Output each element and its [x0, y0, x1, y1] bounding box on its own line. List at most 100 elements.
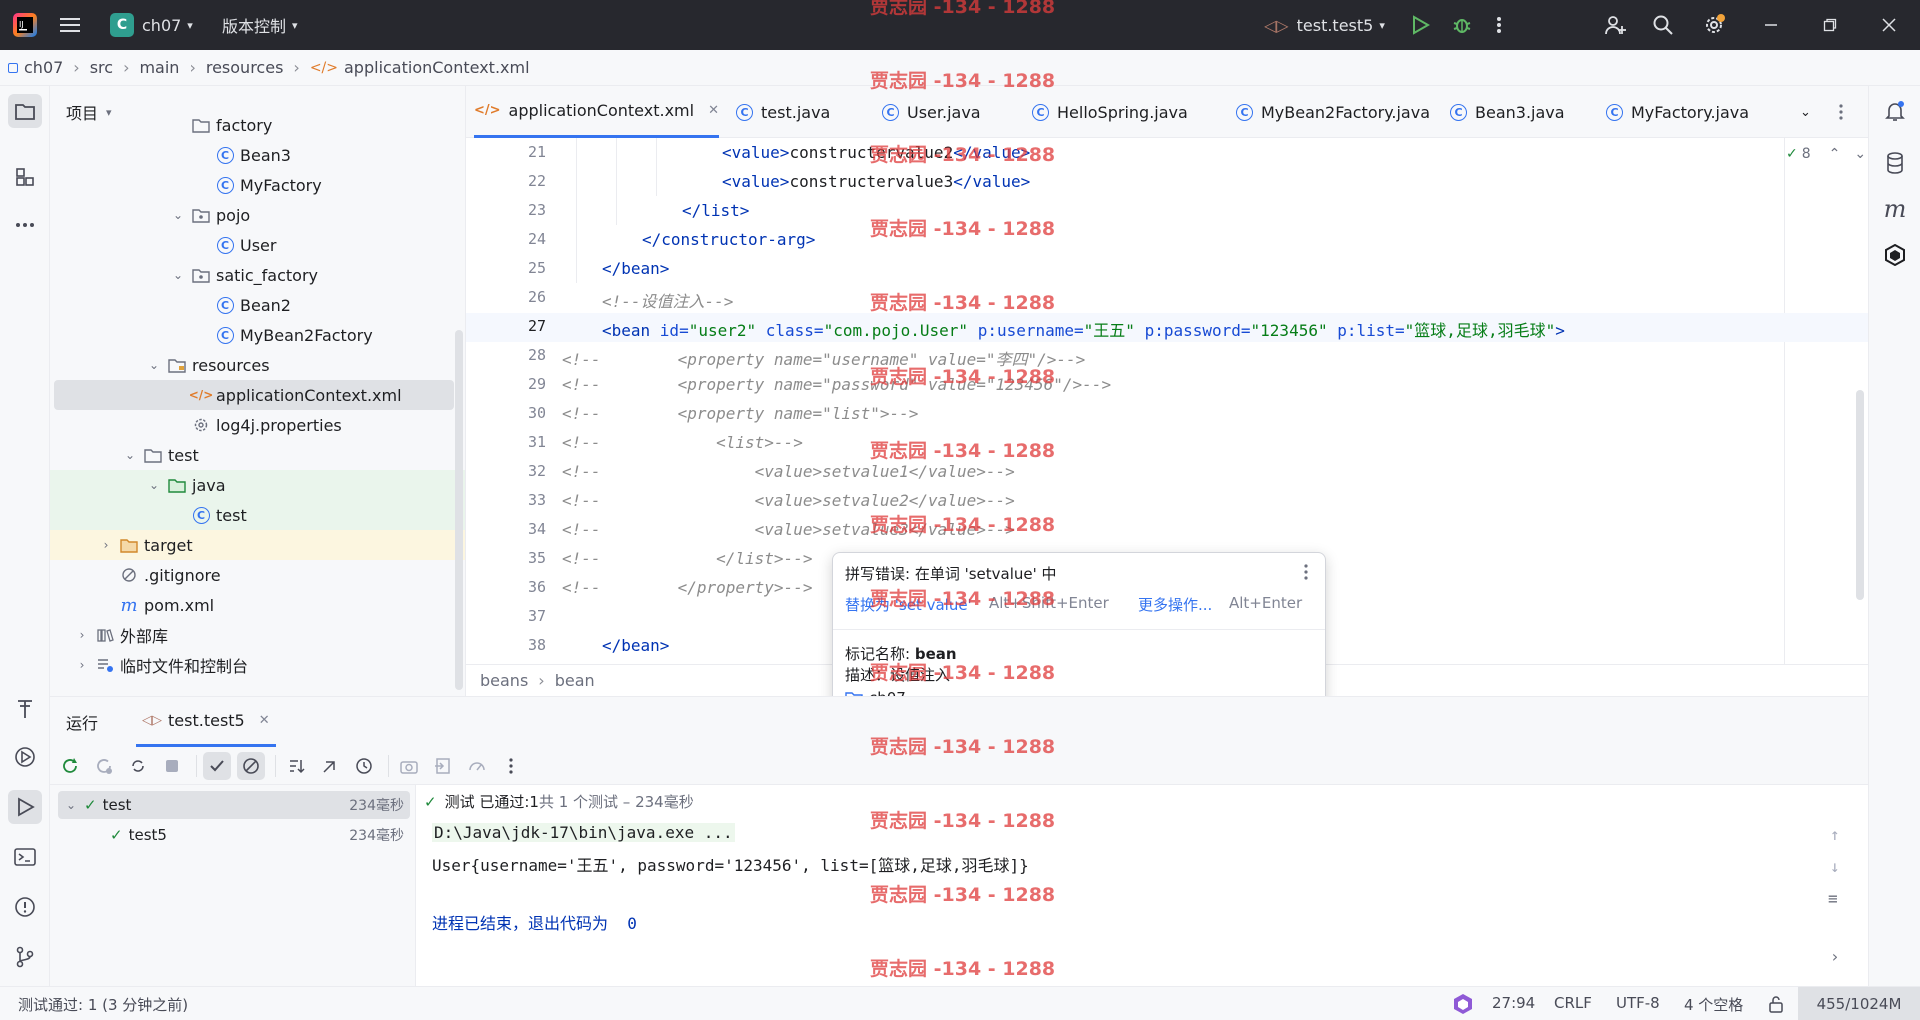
- project-tree-item[interactable]: ⌄ test: [50, 440, 465, 470]
- ai-assistant-icon[interactable]: [1878, 238, 1912, 272]
- test-tree-row[interactable]: ⌄ ✓ test 234毫秒: [58, 791, 410, 819]
- file-encoding[interactable]: UTF-8: [1616, 994, 1660, 1012]
- close-button[interactable]: [1882, 0, 1896, 50]
- toggle-auto-test-icon[interactable]: [124, 752, 152, 780]
- project-tree-item[interactable]: C Bean2: [50, 290, 465, 320]
- scroll-down-icon[interactable]: ↓: [1830, 857, 1840, 876]
- replace-fix-link[interactable]: 替换为 'set value': [845, 594, 972, 615]
- code-line[interactable]: <!-- <property name="password" value="12…: [562, 375, 1111, 394]
- search-icon[interactable]: [1652, 0, 1674, 50]
- popup-more-icon[interactable]: [1303, 563, 1309, 581]
- run-config-selector[interactable]: ◁▷ test.test5 ▾: [1264, 0, 1385, 50]
- toolbar-more-icon[interactable]: [497, 752, 525, 780]
- code-line[interactable]: </constructor-arg>: [642, 230, 815, 249]
- code-line[interactable]: </bean>: [602, 259, 669, 278]
- chevron-down-icon[interactable]: ⌄: [170, 208, 186, 222]
- chevron-right-icon[interactable]: ›: [98, 538, 114, 552]
- maven-tool-icon[interactable]: m: [1878, 192, 1912, 226]
- project-tree-item[interactable]: m pom.xml: [50, 590, 465, 620]
- tab-myfactory-java[interactable]: C MyFactory.java: [1606, 86, 1762, 138]
- editor-crumb-beans[interactable]: beans: [480, 671, 528, 690]
- close-icon[interactable]: ✕: [259, 713, 270, 728]
- project-tree-item[interactable]: › 临时文件和控制台: [50, 650, 465, 680]
- project-tree-item[interactable]: ⌄ satic_factory: [50, 260, 465, 290]
- code-line[interactable]: <value>constructervalue3</value>: [722, 172, 1030, 191]
- soft-wrap-icon[interactable]: ≡: [1828, 889, 1838, 908]
- chevron-right-icon[interactable]: ›: [74, 628, 90, 642]
- editor-crumb-bean[interactable]: bean: [555, 671, 595, 690]
- project-tree-item[interactable]: C MyBean2Factory: [50, 320, 465, 350]
- project-tree-item[interactable]: factory: [50, 110, 465, 140]
- run-console[interactable]: ✓ 测试 已通过: 1 共 1 个测试 – 234毫秒 D:\Java\jdk-…: [416, 785, 1868, 987]
- code-line[interactable]: <!-- <property name="list">-->: [562, 404, 918, 423]
- code-line[interactable]: <value>constructervalue2</value>: [722, 143, 1030, 162]
- tab-applicationcontext-xml[interactable]: </> applicationContext.xml ✕: [474, 86, 719, 138]
- build-tool-icon[interactable]: [8, 692, 42, 726]
- code-line[interactable]: <!-- </list>-->: [562, 549, 812, 568]
- history-clock-icon[interactable]: [350, 752, 378, 780]
- line-separator[interactable]: CRLF: [1554, 994, 1592, 1012]
- breadcrumb-item[interactable]: resources: [206, 58, 284, 77]
- tab-more-icon[interactable]: [1838, 86, 1844, 138]
- notifications-bell-icon[interactable]: [1878, 94, 1912, 128]
- project-tree-item[interactable]: C User: [50, 230, 465, 260]
- code-line[interactable]: </bean>: [602, 636, 669, 655]
- project-tree-item[interactable]: ⌄ resources: [50, 350, 465, 380]
- sort-icon[interactable]: [282, 752, 310, 780]
- breadcrumb-item[interactable]: ch07: [24, 58, 63, 77]
- minimize-button[interactable]: [1764, 0, 1778, 50]
- breadcrumb-item[interactable]: main: [139, 58, 179, 77]
- tab-hellospring-java[interactable]: C HelloSpring.java: [1032, 86, 1188, 138]
- code-line[interactable]: <!--设值注入-->: [602, 288, 733, 312]
- database-tool-icon[interactable]: [1878, 146, 1912, 180]
- code-line[interactable]: </list>: [682, 201, 749, 220]
- stop-icon[interactable]: [158, 752, 186, 780]
- chevron-right-icon[interactable]: ›: [74, 658, 90, 672]
- terminal-tool-icon[interactable]: [8, 840, 42, 874]
- test-tree-row[interactable]: ✓ test5 234毫秒: [58, 821, 410, 849]
- caret-position[interactable]: 27:94: [1492, 994, 1535, 1012]
- tab-bean3-java[interactable]: C Bean3.java: [1450, 86, 1565, 138]
- lock-icon[interactable]: [1768, 995, 1784, 1013]
- add-user-icon[interactable]: [1604, 0, 1626, 50]
- code-line[interactable]: <!-- <value>setvalue1</value>-->: [562, 462, 1015, 481]
- status-test-result[interactable]: 测试通过: 1 (3 分钟之前): [18, 994, 188, 1015]
- project-tree-item[interactable]: .gitignore: [50, 560, 465, 590]
- structure-tool-button[interactable]: [8, 160, 42, 194]
- collapse-icon[interactable]: [316, 752, 344, 780]
- project-tool-button[interactable]: [8, 94, 42, 128]
- tab-mybean2factory-java[interactable]: C MyBean2Factory.java: [1236, 86, 1430, 138]
- project-tree-item[interactable]: C MyFactory: [50, 170, 465, 200]
- vcs-menu[interactable]: 版本控制 ▾: [222, 0, 298, 50]
- project-switcher[interactable]: C ch07 ▾: [110, 0, 193, 50]
- coverage-icon[interactable]: [463, 752, 491, 780]
- close-icon[interactable]: ✕: [708, 103, 719, 118]
- tab-user-java[interactable]: C User.java: [882, 86, 981, 138]
- indent-setting[interactable]: 4 个空格: [1684, 994, 1743, 1015]
- debug-button[interactable]: [1451, 0, 1473, 50]
- chevron-down-icon[interactable]: ⌄: [122, 448, 138, 462]
- breadcrumb-item[interactable]: applicationContext.xml: [344, 58, 530, 77]
- inspection-widget[interactable]: ✓ 8 ⌃ ⌄: [1786, 146, 1866, 162]
- code-line[interactable]: <!-- <property name="username" value="李四…: [562, 346, 1085, 370]
- ide-logo-icon[interactable]: IJ: [12, 0, 38, 50]
- scroll-up-icon[interactable]: ↑: [1830, 825, 1840, 844]
- chevron-right-icon[interactable]: ›: [1830, 947, 1840, 966]
- project-tree-item[interactable]: Ctest: [50, 500, 465, 530]
- project-tree-item[interactable]: </> applicationContext.xml: [54, 380, 454, 410]
- run-tool-button[interactable]: [8, 790, 42, 824]
- code-line[interactable]: <!-- <value>setvalue3</value>-->: [562, 520, 1015, 539]
- chevron-down-icon[interactable]: ⌄: [58, 798, 84, 812]
- code-line[interactable]: <bean id="user2" class="com.pojo.User" p…: [602, 317, 1565, 341]
- code-line[interactable]: <!-- <list>-->: [562, 433, 803, 452]
- restore-button[interactable]: [1823, 0, 1837, 50]
- code-line[interactable]: <!-- </property>-->: [562, 578, 812, 597]
- services-tool-icon[interactable]: [8, 740, 42, 774]
- memory-indicator[interactable]: 455/1024M: [1798, 987, 1920, 1020]
- project-tree-item[interactable]: › 外部库: [50, 620, 465, 650]
- project-tree-item[interactable]: › target: [50, 530, 465, 560]
- show-passed-check-icon[interactable]: [203, 751, 231, 780]
- main-menu-icon[interactable]: [60, 0, 82, 50]
- run-button[interactable]: [1410, 0, 1430, 50]
- chevron-down-icon[interactable]: ⌄: [146, 478, 162, 492]
